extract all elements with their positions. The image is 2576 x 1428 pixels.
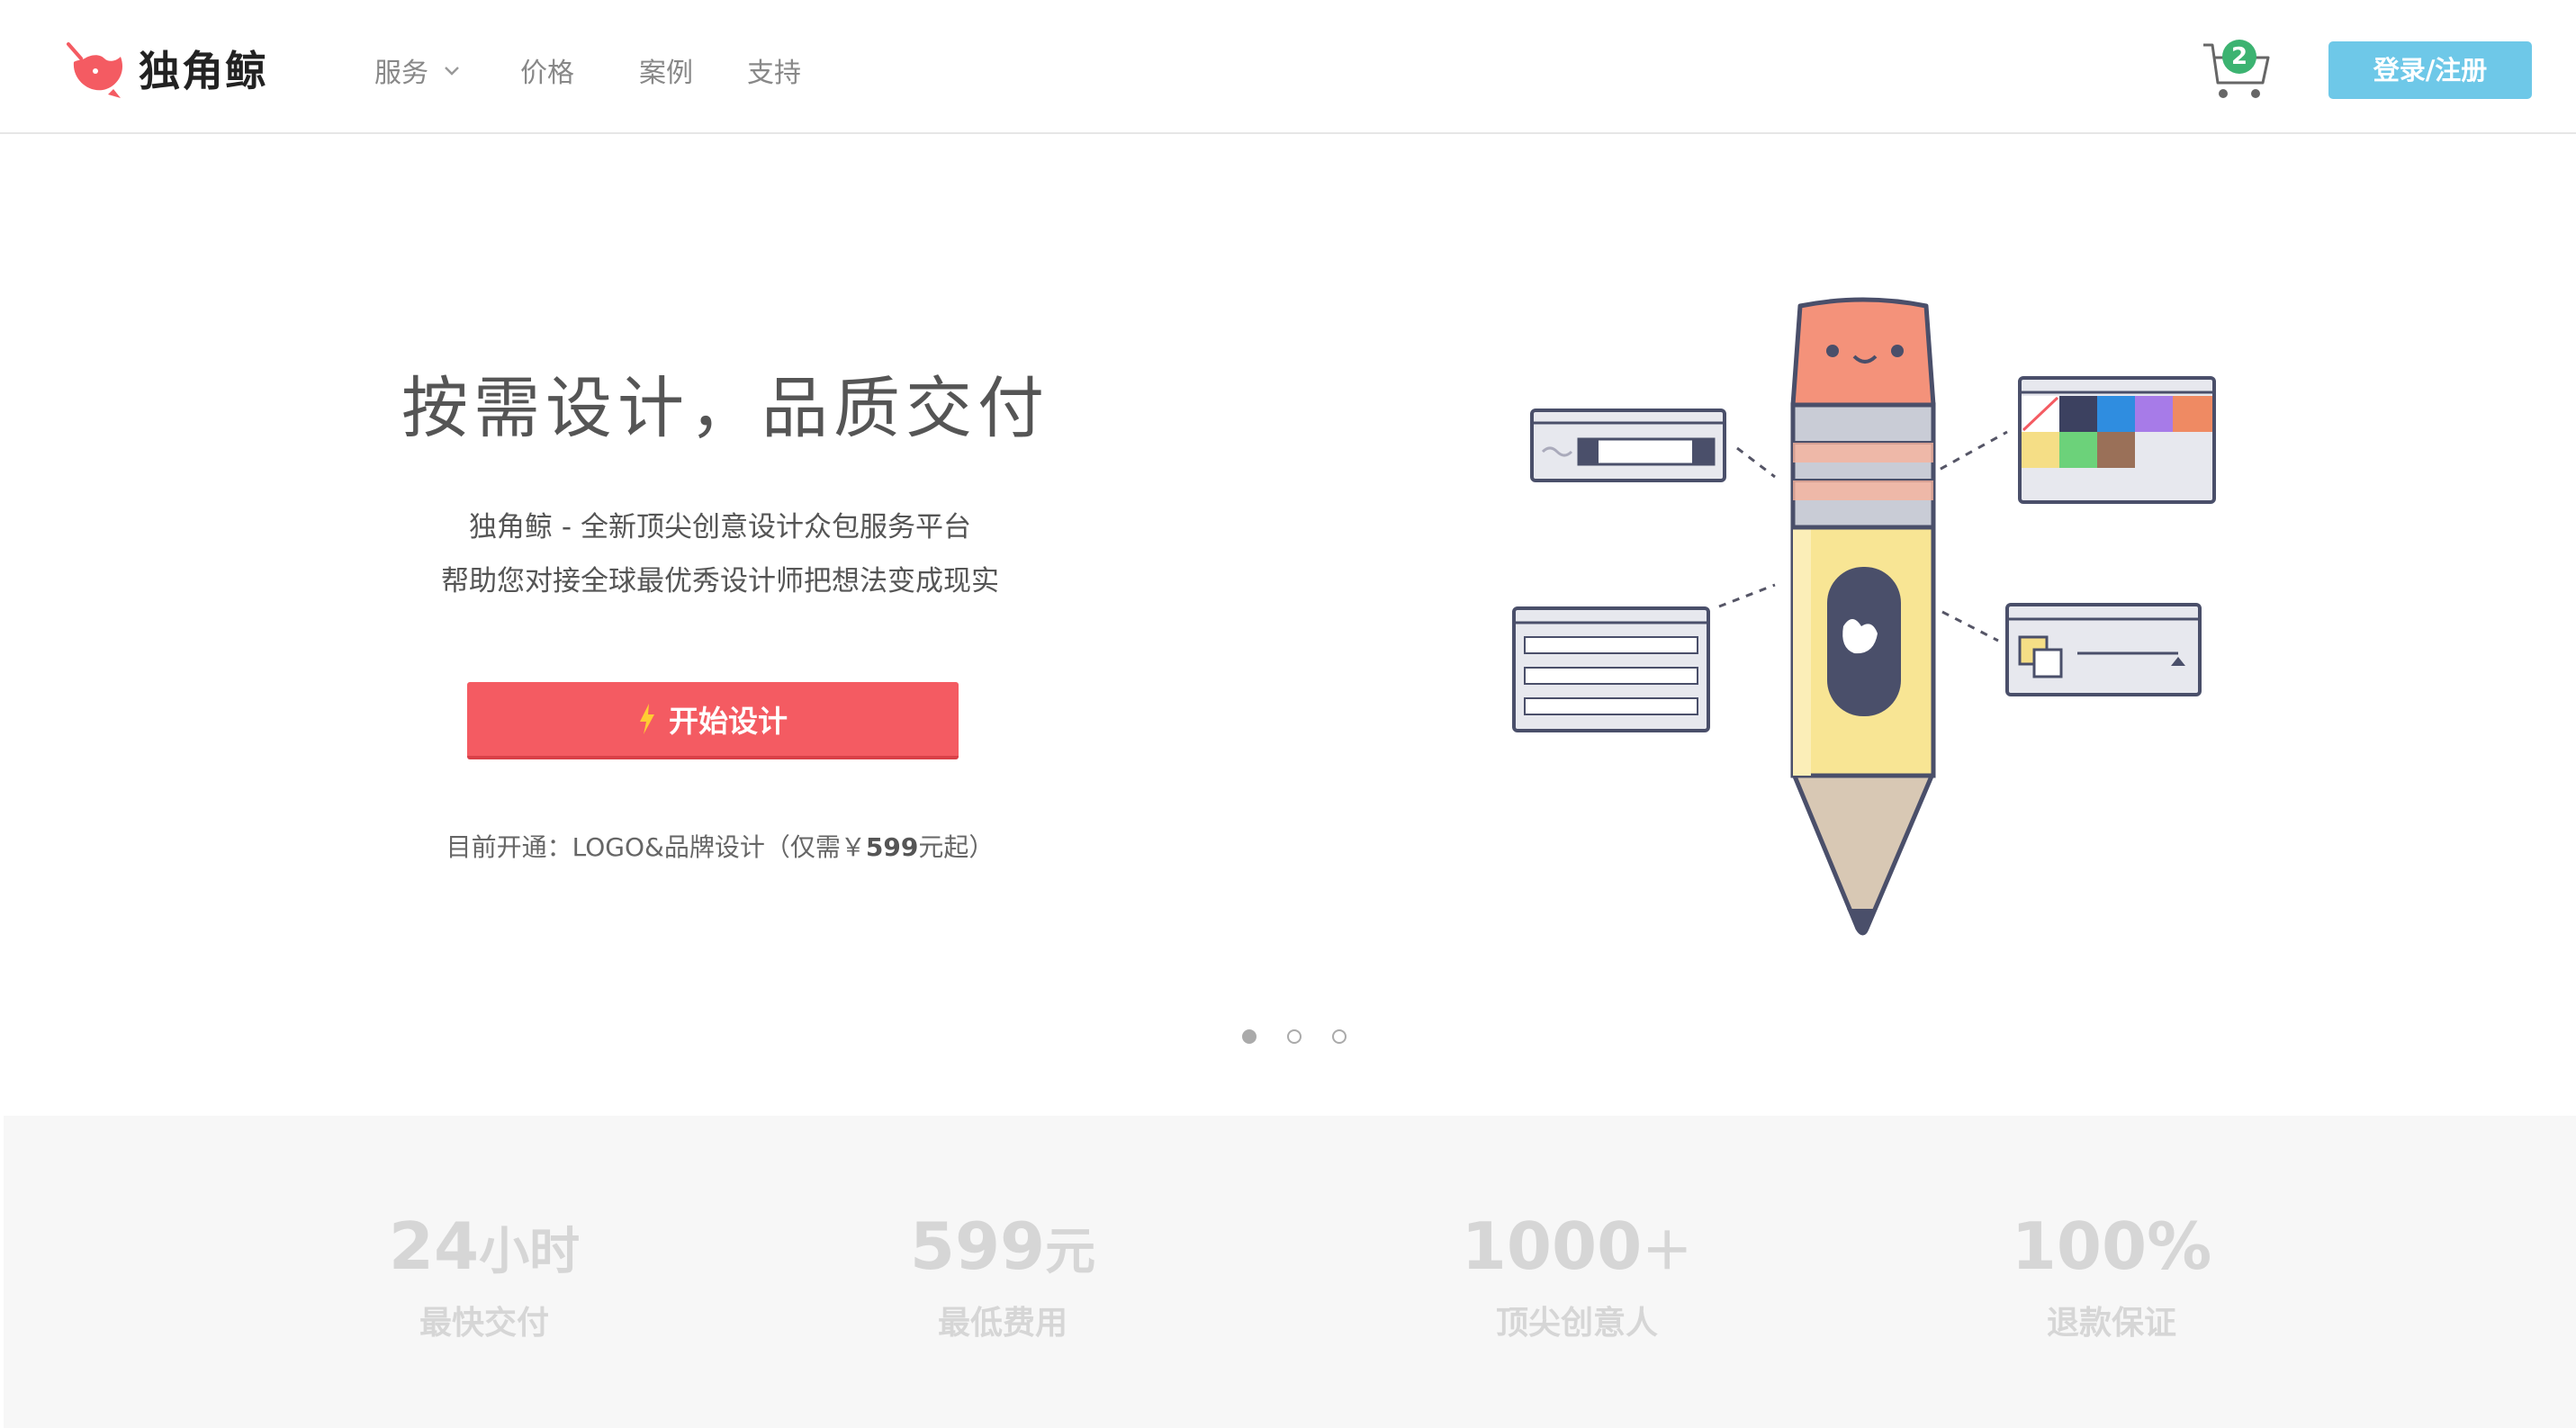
cart-count-badge: 2: [2222, 40, 2256, 74]
hero-subtitle-line2: 帮助您对接全球最优秀设计师把想法变成现实: [441, 565, 999, 597]
start-design-label: 开始设计: [669, 704, 788, 739]
nav-item-pricing[interactable]: 价格: [520, 45, 574, 95]
stat-label: 退款保证: [2046, 1305, 2176, 1342]
stat-label: 最低费用: [937, 1305, 1067, 1342]
stat-unit: ＋: [1642, 1223, 1693, 1281]
stat-unit: 小时: [479, 1223, 581, 1281]
stat-value: 24: [388, 1208, 480, 1284]
brand-name: 独角鲸: [139, 47, 268, 95]
stat-creatives: 1000＋ 顶尖创意人: [1397, 1206, 1757, 1343]
color-palette-panel-icon: [2018, 376, 2216, 504]
nav-item-cases[interactable]: 案例: [639, 45, 693, 95]
login-register-button[interactable]: 登录/注册: [2328, 41, 2532, 99]
carousel-dot-2[interactable]: [1287, 1029, 1302, 1044]
hero-subtitle-line1: 独角鲸 - 全新顶尖创意设计众包服务平台: [469, 511, 971, 543]
stats-band: 24小时 最快交付 599元 最低费用 1000＋ 顶尖创意人 100% 退款保…: [4, 1116, 2576, 1428]
pencil-icon: [1790, 297, 1936, 936]
nav-item-label: 案例: [639, 58, 693, 89]
chevron-down-icon: [445, 67, 459, 76]
text-list-panel-icon: [1512, 606, 1710, 732]
note-suffix: 元起）: [918, 832, 995, 862]
main-nav: 服务 价格 案例 支持: [374, 45, 801, 95]
layers-panel-icon: [2005, 603, 2202, 696]
carousel-dots: [1242, 1029, 1377, 1044]
stat-delivery: 24小时 最快交付: [304, 1206, 664, 1343]
nav-item-support[interactable]: 支持: [747, 45, 801, 95]
narwhal-logo-icon: [67, 42, 123, 98]
note-price: 599: [865, 832, 919, 862]
stat-unit: 元: [1045, 1223, 1096, 1281]
top-navbar: 独角鲸 服务 价格 案例 支持 2 登录/注册: [0, 0, 2576, 134]
start-design-button[interactable]: 开始设计: [467, 682, 959, 759]
carousel-dot-1[interactable]: [1242, 1029, 1256, 1044]
availability-note: 目前开通：LOGO&品牌设计（仅需￥599元起）: [360, 828, 1080, 864]
stat-label: 顶尖创意人: [1495, 1305, 1658, 1342]
nav-item-services[interactable]: 服务: [374, 45, 463, 95]
nav-item-label: 服务: [374, 58, 428, 89]
carousel-dot-3[interactable]: [1332, 1029, 1347, 1044]
note-prefix: 目前开通：LOGO&品牌设计（仅需￥: [446, 832, 866, 862]
stat-label: 最快交付: [419, 1305, 549, 1342]
stat-value: 1000: [1461, 1208, 1643, 1284]
hero-subtitle: 独角鲸 - 全新顶尖创意设计众包服务平台 帮助您对接全球最优秀设计师把想法变成现…: [360, 500, 1080, 608]
hero-title: 按需设计，品质交付: [401, 370, 1049, 447]
brand-logo[interactable]: 独角鲸: [63, 34, 268, 103]
stat-refund: 100% 退款保证: [1932, 1206, 2292, 1343]
pencil-illustration: [1512, 297, 2216, 936]
stat-value: 599: [909, 1208, 1046, 1284]
lightning-icon: [640, 704, 654, 734]
toolbar-panel-icon: [1530, 409, 1726, 482]
nav-item-label: 支持: [747, 58, 801, 89]
stat-value: 100%: [2011, 1208, 2212, 1284]
stat-price: 599元 最低费用: [823, 1206, 1183, 1343]
nav-item-label: 价格: [520, 58, 574, 89]
